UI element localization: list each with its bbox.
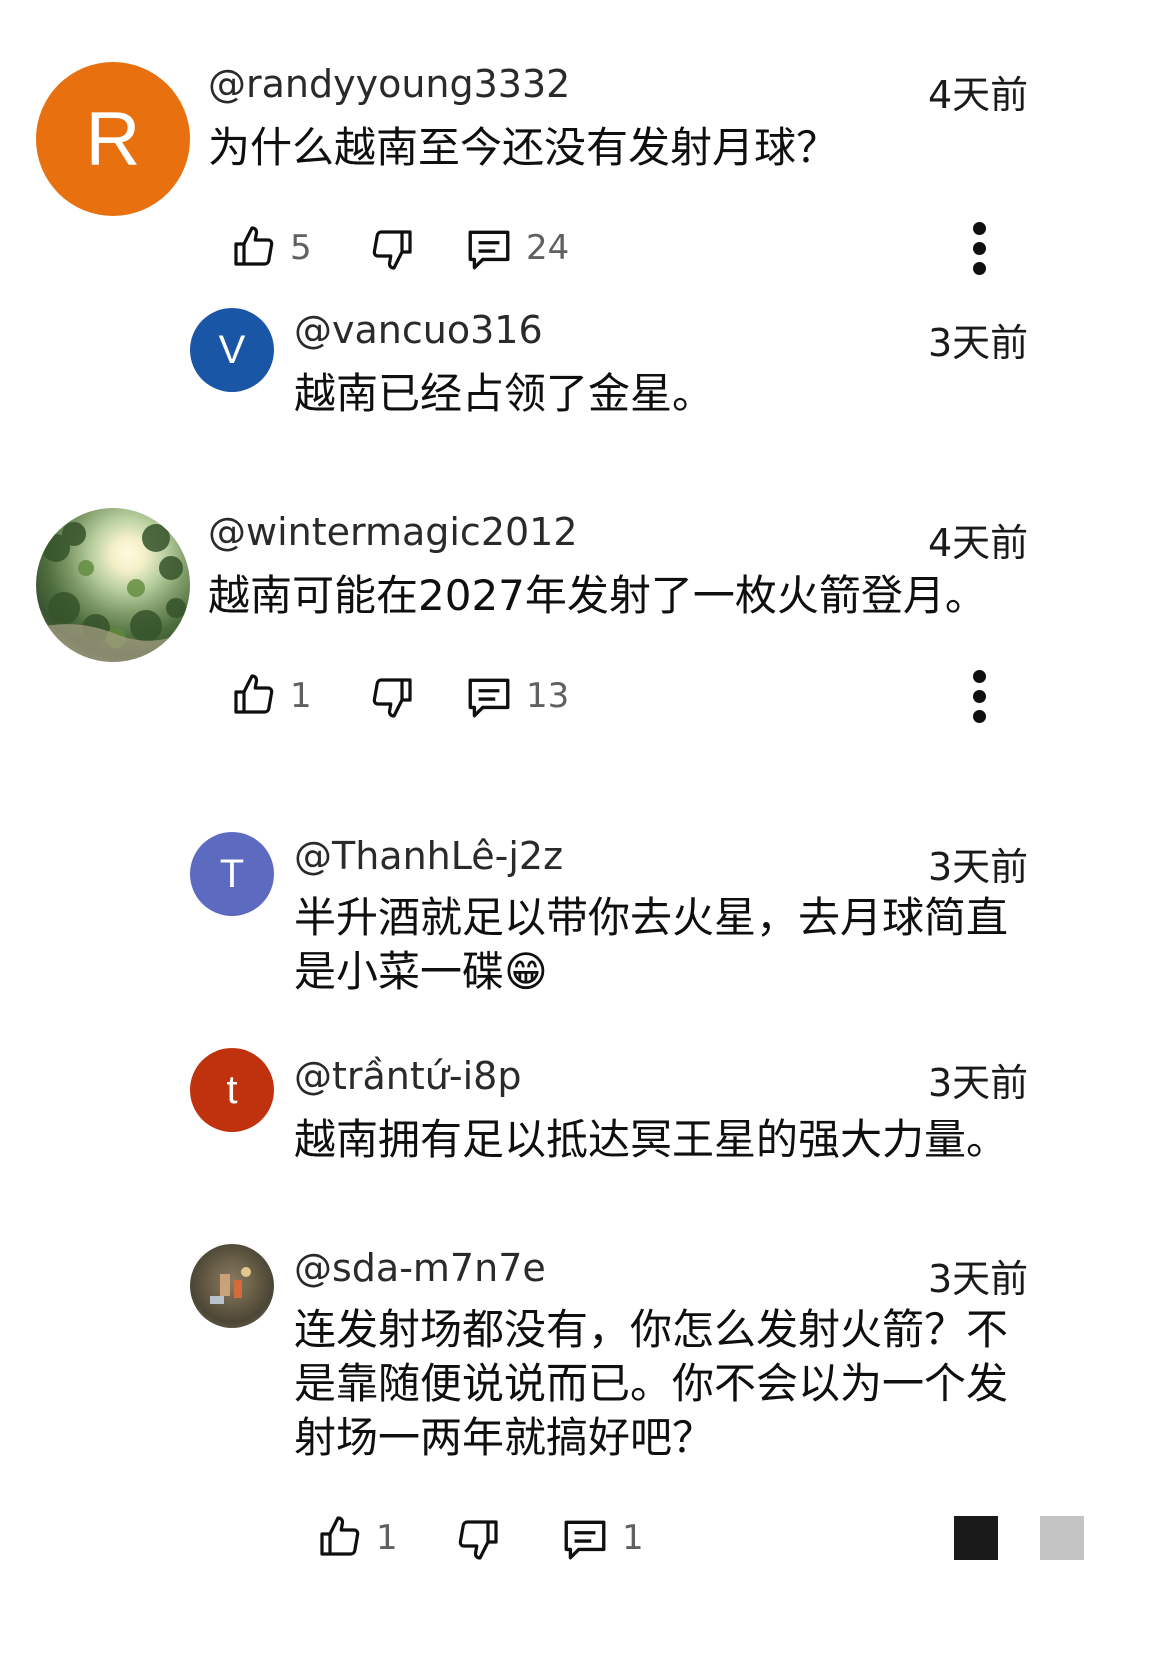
comment-time: 4天前 (928, 73, 1029, 117)
like-count: 1 (290, 676, 312, 716)
comment-text: 越南已经占领了金星。 (294, 369, 715, 418)
avatar-letter: R (85, 96, 141, 182)
avatar[interactable]: t (190, 1048, 274, 1132)
comment-text-line: 半升酒就足以带你去火星，去月球简直 (294, 893, 1009, 942)
comment-text: 越南拥有足以抵达冥王星的强大力量。 (294, 1115, 1009, 1164)
comment-time: 3天前 (928, 321, 1029, 365)
overlay-square-dark (954, 1516, 998, 1560)
thumbs-up-icon[interactable] (230, 670, 278, 718)
comment-author[interactable]: @randyyoung3332 (208, 62, 570, 106)
comment-time: 3天前 (928, 1061, 1029, 1105)
reply-icon[interactable] (464, 224, 514, 274)
comment-text-segment: 是小菜一碟 (294, 947, 505, 996)
like-count: 5 (290, 228, 312, 268)
comment-author[interactable]: @ThanhLê-j2z (294, 834, 563, 878)
reply-count: 24 (526, 228, 570, 268)
avatar[interactable]: R (36, 62, 190, 216)
thumbs-down-icon[interactable] (454, 1516, 502, 1564)
thumbs-up-icon[interactable] (230, 222, 278, 270)
more-vert-icon[interactable] (968, 670, 992, 724)
grin-emoji: 😁 (504, 947, 548, 996)
thumbs-down-icon[interactable] (368, 226, 416, 274)
avatar[interactable] (190, 1244, 274, 1328)
thumbs-up-icon[interactable] (316, 1512, 364, 1560)
avatar[interactable] (36, 508, 190, 662)
comment-text-line: 射场一两年就搞好吧？ (294, 1413, 715, 1462)
reply-count: 13 (526, 676, 570, 716)
reply-count: 1 (622, 1518, 644, 1558)
comment-text-line: 是靠随便说说而已。你不会以为一个发 (294, 1359, 1009, 1408)
comment-author[interactable]: @trầntứ-i8p (294, 1054, 521, 1098)
avatar-letter: t (226, 1067, 238, 1112)
game-scene-image (210, 1267, 251, 1304)
comment-time: 3天前 (928, 1257, 1029, 1301)
comment-time: 4天前 (928, 521, 1029, 565)
avatar[interactable]: T (190, 832, 274, 916)
comment-author[interactable]: @wintermagic2012 (208, 510, 578, 554)
comment-text: 越南可能在2027年发射了一枚火箭登月。 (208, 571, 987, 620)
comment-text: 为什么越南至今还没有发射月球？ (208, 123, 839, 172)
more-vert-icon[interactable] (968, 222, 992, 276)
avatar[interactable]: V (190, 308, 274, 392)
reply-icon[interactable] (464, 672, 514, 722)
avatar-letter: T (219, 851, 245, 896)
comment-text-line: 是小菜一碟😁 (294, 944, 548, 1000)
comment-time: 3天前 (928, 845, 1029, 889)
comment-author[interactable]: @vancuo316 (294, 308, 543, 352)
reply-icon[interactable] (560, 1514, 610, 1564)
comment-text-line: 连发射场都没有，你怎么发射火箭？不 (294, 1305, 1009, 1354)
like-count: 1 (376, 1518, 398, 1558)
tree-leaves-image (36, 522, 190, 662)
thumbs-down-icon[interactable] (368, 674, 416, 722)
overlay-square-gray (1040, 1516, 1084, 1560)
comment-author[interactable]: @sda-m7n7e (294, 1246, 546, 1290)
avatar-letter: V (218, 327, 246, 372)
